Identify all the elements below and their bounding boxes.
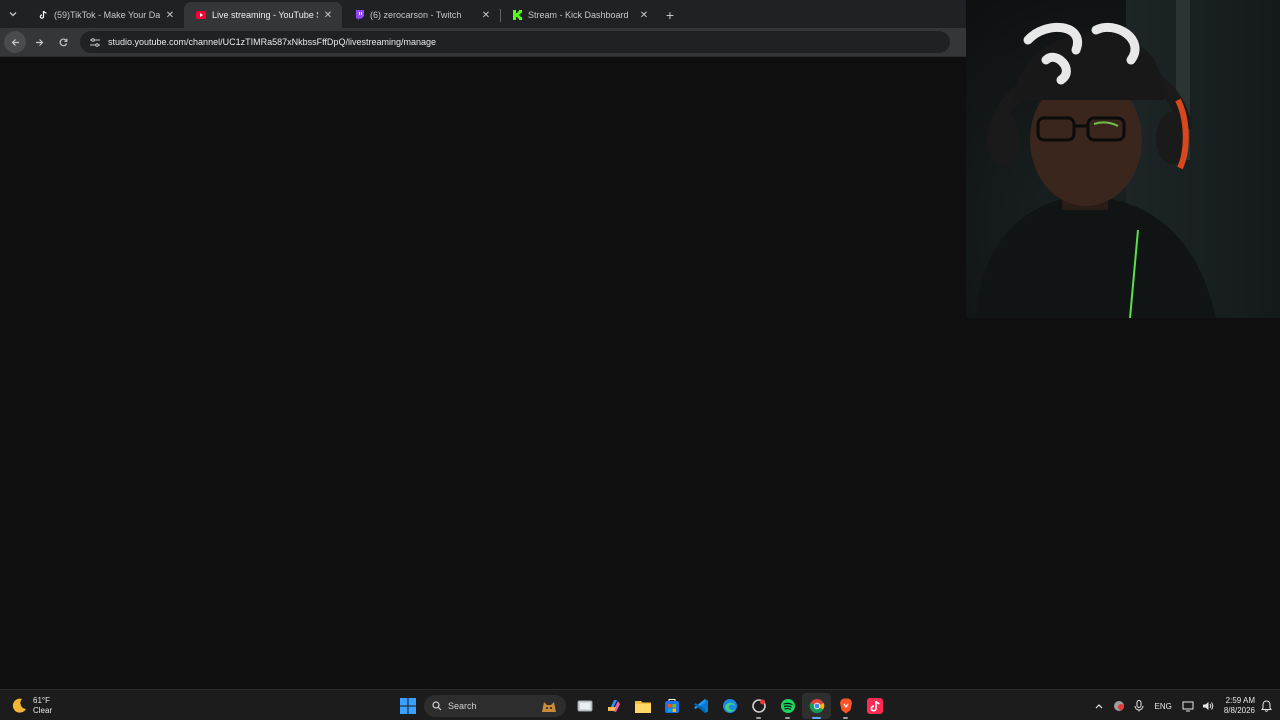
weather-condition: Clear: [33, 706, 53, 715]
clock[interactable]: 2:59 AM 8/8/2026: [1218, 696, 1259, 716]
browser-toolbar: studio.youtube.com/channel/UC1zTIMRa587x…: [0, 28, 966, 57]
browser-tabstrip: (59)TikTok - Make Your Day ✕ Live stream…: [0, 0, 966, 28]
weather-text: 61°F Clear: [33, 696, 52, 716]
task-view-icon[interactable]: [570, 693, 599, 719]
weather-widget[interactable]: 61°F Clear: [10, 694, 52, 718]
microsoft-store-icon[interactable]: [657, 693, 686, 719]
clock-time: 2:59 AM: [1225, 696, 1255, 705]
copilot-icon[interactable]: [599, 693, 628, 719]
tab-twitch[interactable]: (6) zerocarson - Twitch ✕: [342, 2, 501, 28]
clock-date: 8/8/2026: [1223, 706, 1255, 715]
page-content-blank: [0, 57, 966, 689]
screen: (59)TikTok - Make Your Day ✕ Live stream…: [0, 0, 1280, 720]
language-indicator[interactable]: ENG: [1149, 693, 1178, 719]
app-icon-red-ring[interactable]: [744, 693, 773, 719]
tray-app-icon[interactable]: [1109, 693, 1129, 719]
system-tray: ENG 2:59 AM 8/8/2026: [1089, 693, 1280, 719]
close-tab-icon[interactable]: ✕: [638, 9, 650, 21]
streamer-figure: [976, 22, 1216, 318]
kick-icon: [512, 10, 522, 20]
site-settings-tune-icon[interactable]: [88, 35, 102, 49]
taskbar-center: Search: [393, 693, 889, 719]
windows-taskbar: 61°F Clear Search ENG 2:59 AM 8/8/2026: [0, 689, 1280, 720]
taskbar-search-label: Search: [448, 701, 477, 711]
close-tab-icon[interactable]: ✕: [480, 9, 492, 21]
weather-temperature: 61°F: [33, 696, 50, 705]
notification-bell-icon[interactable]: [1259, 693, 1280, 719]
show-hidden-icons-chevron-icon[interactable]: [1089, 693, 1109, 719]
running-indicator: [785, 717, 790, 719]
running-indicator: [756, 717, 761, 719]
tiktok-app-icon[interactable]: [860, 693, 889, 719]
back-arrow-icon[interactable]: [4, 31, 26, 53]
forward-arrow-icon[interactable]: [28, 31, 50, 53]
close-tab-icon[interactable]: ✕: [164, 9, 176, 21]
vscode-icon[interactable]: [686, 693, 715, 719]
new-tab-plus-icon[interactable]: +: [658, 2, 682, 28]
moon-icon: [12, 698, 26, 713]
tab-title: Live streaming - YouTube Studio: [212, 10, 318, 20]
tab-kick[interactable]: Stream - Kick Dashboard ✕: [500, 2, 658, 28]
twitch-icon: [354, 10, 364, 20]
tab-title: Stream - Kick Dashboard: [528, 10, 629, 20]
tab-youtube-studio[interactable]: Live streaming - YouTube Studio ✕: [184, 2, 342, 28]
microphone-icon[interactable]: [1129, 693, 1149, 719]
network-icon[interactable]: [1178, 693, 1198, 719]
search-highlight-icon: [542, 702, 556, 712]
close-tab-icon[interactable]: ✕: [322, 9, 334, 21]
tab-title: (59)TikTok - Make Your Day: [54, 10, 160, 20]
volume-icon[interactable]: [1198, 693, 1218, 719]
spotify-icon[interactable]: [773, 693, 802, 719]
windows-start-icon[interactable]: [393, 693, 422, 719]
edge-icon[interactable]: [715, 693, 744, 719]
taskbar-search[interactable]: Search: [424, 695, 566, 717]
tab-tiktok[interactable]: (59)TikTok - Make Your Day ✕: [26, 2, 184, 28]
address-url-text: studio.youtube.com/channel/UC1zTIMRa587x…: [108, 37, 436, 47]
youtube-icon: [196, 10, 206, 20]
file-explorer-icon[interactable]: [628, 693, 657, 719]
running-indicator: [843, 717, 848, 719]
tab-search-chevron-icon[interactable]: [0, 0, 26, 28]
address-bar[interactable]: studio.youtube.com/channel/UC1zTIMRa587x…: [80, 31, 950, 53]
running-indicator: [812, 717, 821, 719]
chrome-icon[interactable]: [802, 693, 831, 719]
tiktok-icon: [38, 10, 48, 20]
webcam-overlay: [966, 0, 1280, 318]
search-icon: [432, 701, 442, 711]
tab-title: (6) zerocarson - Twitch: [370, 10, 462, 20]
reload-icon[interactable]: [52, 31, 74, 53]
brave-icon[interactable]: [831, 693, 860, 719]
